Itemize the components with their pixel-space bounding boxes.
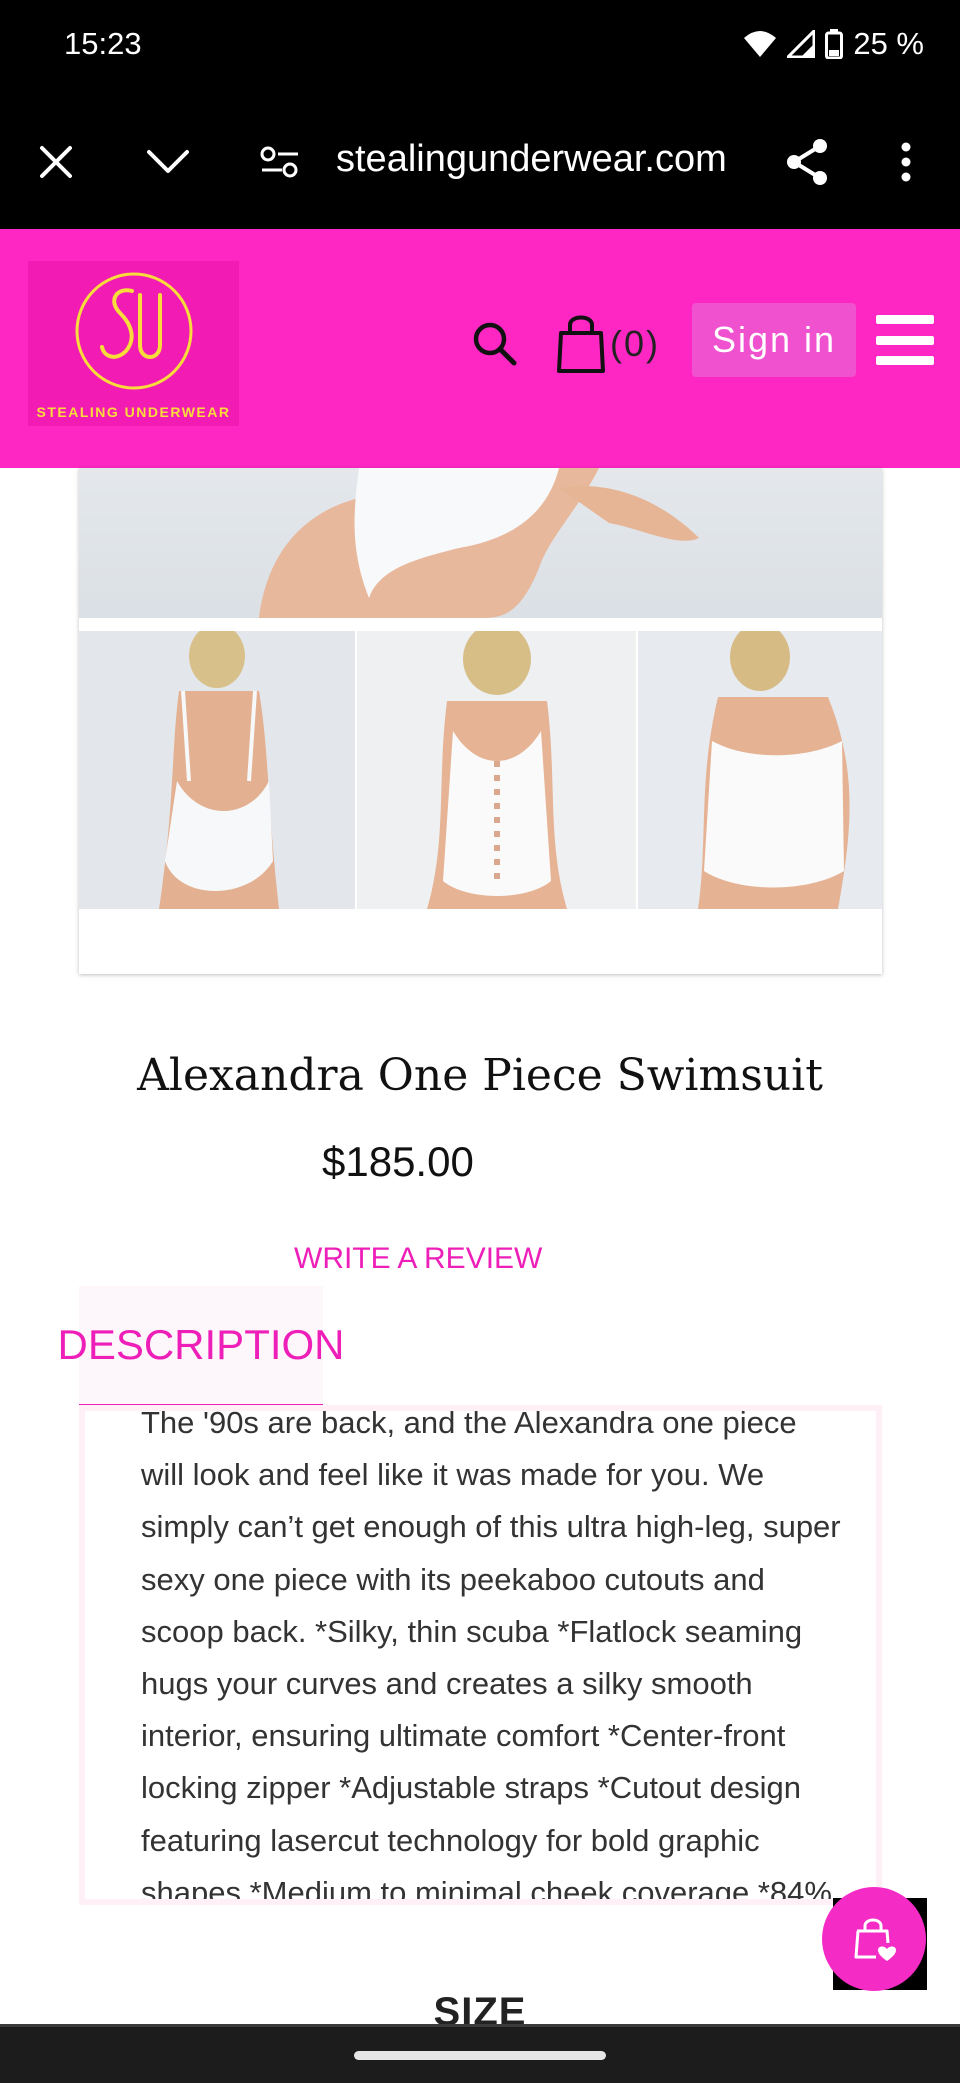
su-monogram-icon [75,272,193,390]
share-icon [787,139,827,185]
search-button[interactable] [470,319,522,371]
system-nav-bar [0,2024,960,2083]
wishlist-button[interactable] [822,1887,926,1991]
thumbnail-image[interactable] [637,631,882,909]
swimsuit-hero-illustration [259,468,699,618]
product-gallery [79,468,882,974]
sign-in-button[interactable]: Sign in [692,303,856,377]
description-text: The '90s are back, and the Alexandra one… [141,1405,841,1905]
close-icon [40,146,72,178]
main-product-image[interactable] [79,468,882,618]
cart-button[interactable]: (0) [556,311,660,377]
signal-icon [787,30,816,58]
product-price: $185.00 [322,1138,474,1185]
chevron-down-icon [147,150,189,173]
tab-description[interactable]: DESCRIPTION [57,1286,345,1407]
battery-icon [825,29,844,59]
bag-heart-icon [854,1918,896,1961]
status-icons: 25 % [743,26,924,62]
description-panel: The '90s are back, and the Alexandra one… [79,1405,882,1905]
more-options-button[interactable] [876,132,936,192]
product-title: Alexandra One Piece Swimsuit [137,1050,823,1101]
model-back-view [159,631,279,909]
model-front-view [427,631,568,909]
shopping-bag-icon [557,315,605,373]
site-settings-button[interactable] [250,132,310,192]
site-header: STEALING UNDERWEAR (0) Sign in [0,229,960,468]
status-bar: 15:23 25 % [0,0,960,96]
site-logo[interactable]: STEALING UNDERWEAR [28,261,239,426]
battery-percent: 25 % [853,26,924,61]
share-button[interactable] [777,132,837,192]
logo-text: STEALING UNDERWEAR [36,404,231,420]
wifi-icon [744,31,777,57]
browser-toolbar: stealingunderwear.com [0,96,960,229]
cart-count: (0) [610,323,660,364]
home-gesture-handle[interactable] [354,2051,606,2060]
close-tab-button[interactable] [26,132,86,192]
menu-bar [876,335,934,345]
thumbnail-image[interactable] [357,631,636,909]
thumbnail-image[interactable] [79,631,356,909]
more-vert-icon [901,142,911,182]
tune-icon [260,146,298,178]
menu-button[interactable] [876,315,934,365]
minimize-button[interactable] [138,132,198,192]
menu-bar [876,356,934,365]
thumbnail-strip [79,631,882,909]
status-time: 15:23 [64,26,142,61]
write-review-link[interactable]: WRITE A REVIEW [294,1242,542,1276]
url-bar[interactable]: stealingunderwear.com [336,138,727,181]
model-side-view [697,631,850,909]
search-icon [473,322,517,366]
menu-bar [876,315,934,324]
